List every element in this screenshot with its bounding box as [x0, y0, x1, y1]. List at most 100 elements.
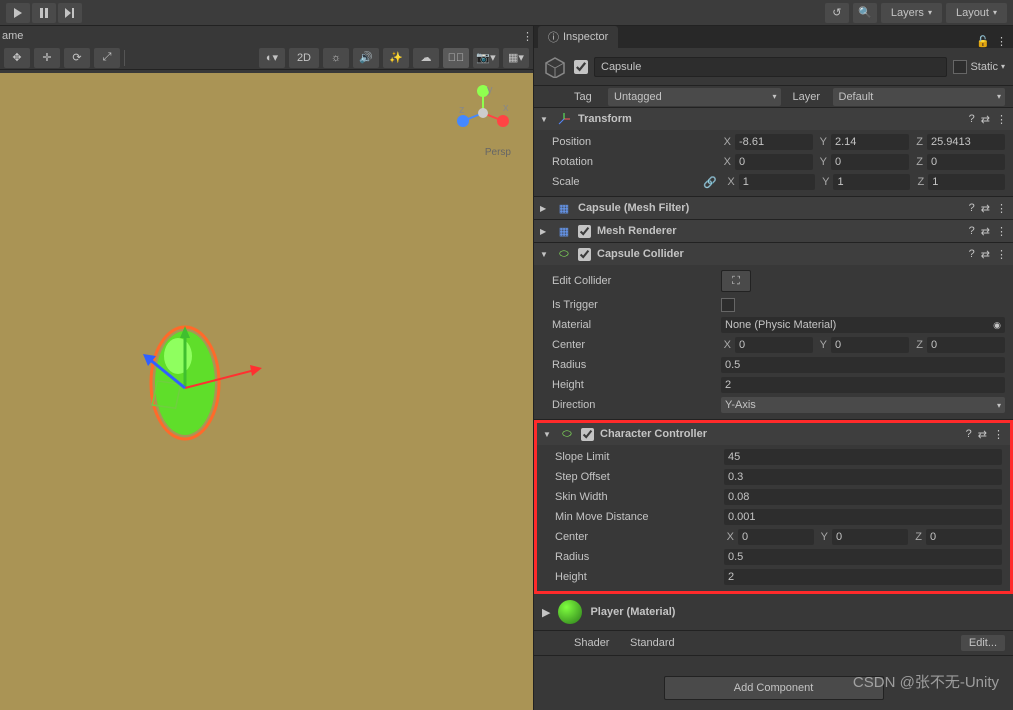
shader-dropdown[interactable]: Standard — [630, 637, 955, 649]
position-z[interactable] — [927, 134, 1005, 150]
help-icon[interactable]: ? — [969, 248, 975, 261]
rotation-z[interactable] — [927, 154, 1005, 170]
transform-component: ▼ Transform ?⇄⋮ PositionXYZ RotationXYZ … — [534, 108, 1013, 197]
foldout-icon[interactable]: ▶ — [540, 204, 550, 213]
cc-center-z[interactable] — [927, 337, 1005, 353]
ch-radius[interactable] — [724, 549, 1002, 565]
help-icon[interactable]: ? — [966, 428, 972, 441]
is-trigger-checkbox[interactable] — [721, 298, 735, 312]
slope-limit[interactable] — [724, 449, 1002, 465]
foldout-icon[interactable]: ▼ — [540, 115, 550, 124]
foldout-icon[interactable]: ▶ — [542, 606, 550, 619]
preset-icon[interactable]: ⇄ — [981, 202, 990, 215]
menu-icon[interactable]: ⋮ — [996, 225, 1007, 238]
static-toggle[interactable]: Static▾ — [953, 60, 1005, 74]
edit-collider-button[interactable]: ⛶ — [721, 270, 751, 292]
help-icon[interactable]: ? — [969, 225, 975, 238]
preset-icon[interactable]: ⇄ — [981, 248, 990, 261]
pause-button[interactable] — [32, 3, 56, 23]
edit-shader-button[interactable]: Edit... — [961, 635, 1005, 651]
gameobject-icon[interactable] — [542, 54, 568, 80]
search-button[interactable]: 🔍 — [853, 3, 877, 23]
help-icon[interactable]: ? — [969, 202, 975, 215]
cc-center-y[interactable] — [831, 337, 909, 353]
scene-viewport[interactable]: xyz Persp — [0, 73, 533, 710]
ch-center-z[interactable] — [926, 529, 1002, 545]
component-enabled[interactable] — [581, 428, 594, 441]
physic-material-field[interactable]: None (Physic Material) — [721, 317, 1005, 333]
cc-direction[interactable]: Y-Axis — [721, 397, 1005, 413]
lock-icon[interactable]: 🔓 — [976, 35, 990, 48]
active-checkbox[interactable] — [574, 60, 588, 74]
layer-dropdown[interactable]: Default — [833, 88, 1006, 106]
fx-toggle[interactable]: ✨ — [383, 48, 409, 68]
collider-icon: ⬭ — [556, 246, 572, 262]
undo-history-button[interactable]: ↺ — [825, 3, 849, 23]
position-x[interactable] — [735, 134, 813, 150]
add-component-button[interactable]: Add Component — [664, 676, 884, 700]
scale-tool[interactable]: ⤢ — [94, 48, 120, 68]
camera-toggle[interactable]: 📷▾ — [473, 48, 499, 68]
skin-width[interactable] — [724, 489, 1002, 505]
scale-z[interactable] — [928, 174, 1005, 190]
foldout-icon[interactable]: ▶ — [540, 227, 550, 236]
layers-dropdown[interactable]: Layers▾ — [881, 3, 942, 23]
component-enabled[interactable] — [578, 225, 591, 238]
shading-mode-dropdown[interactable]: ◐▾ — [259, 48, 285, 68]
rotation-y[interactable] — [831, 154, 909, 170]
position-y[interactable] — [831, 134, 909, 150]
scene-vis-toggle[interactable]: ☁ — [413, 48, 439, 68]
2d-toggle[interactable]: 2D — [289, 48, 319, 68]
scale-y[interactable] — [833, 174, 910, 190]
cc-height[interactable] — [721, 377, 1005, 393]
panel-menu-icon[interactable]: ⋮ — [522, 30, 533, 43]
capsule-gameobject[interactable] — [140, 298, 280, 458]
object-name-input[interactable] — [594, 57, 947, 77]
mesh-filter-component: ▶ ▦ Capsule (Mesh Filter) ?⇄⋮ — [534, 197, 1013, 220]
ch-center-y[interactable] — [832, 529, 908, 545]
preset-icon[interactable]: ⇄ — [978, 428, 987, 441]
menu-icon[interactable]: ⋮ — [996, 202, 1007, 215]
component-header[interactable]: ▼ ⬭ Character Controller ?⇄⋮ — [537, 423, 1010, 445]
panel-menu-icon[interactable]: ⋮ — [996, 35, 1007, 48]
ch-center-x[interactable] — [738, 529, 814, 545]
step-offset[interactable] — [724, 469, 1002, 485]
projection-label[interactable]: Persp — [485, 147, 511, 158]
foldout-icon[interactable]: ▼ — [543, 430, 553, 439]
foldout-icon[interactable]: ▼ — [540, 250, 550, 259]
gizmos-toggle[interactable]: ▦▾ — [503, 48, 529, 68]
scale-x[interactable] — [739, 174, 816, 190]
tag-dropdown[interactable]: Untagged — [608, 88, 781, 106]
component-header[interactable]: ▶ ▦ Mesh Renderer ?⇄⋮ — [534, 220, 1013, 242]
layout-dropdown[interactable]: Layout▾ — [946, 3, 1007, 23]
play-button[interactable] — [6, 3, 30, 23]
inspector-tab[interactable]: ⓘInspector — [538, 26, 618, 48]
preset-icon[interactable]: ⇄ — [981, 113, 990, 126]
component-header[interactable]: ▼ ⬭ Capsule Collider ?⇄⋮ — [534, 243, 1013, 265]
menu-icon[interactable]: ⋮ — [996, 113, 1007, 126]
orientation-gizmo[interactable]: xyz — [453, 83, 513, 143]
min-move-distance[interactable] — [724, 509, 1002, 525]
component-enabled[interactable] — [578, 248, 591, 261]
material-header[interactable]: ▶ Player (Material) — [534, 594, 1013, 631]
menu-icon[interactable]: ⋮ — [993, 428, 1004, 441]
audio-toggle[interactable]: 🔊 — [353, 48, 379, 68]
character-controller-component: ▼ ⬭ Character Controller ?⇄⋮ Slope Limit… — [534, 420, 1013, 594]
ch-height[interactable] — [724, 569, 1002, 585]
rotation-x[interactable] — [735, 154, 813, 170]
cc-radius[interactable] — [721, 357, 1005, 373]
menu-icon[interactable]: ⋮ — [996, 248, 1007, 261]
move-tool[interactable]: ✛ — [34, 48, 60, 68]
cc-center-x[interactable] — [735, 337, 813, 353]
view-tool[interactable]: ✥ — [4, 48, 30, 68]
preset-icon[interactable]: ⇄ — [981, 225, 990, 238]
hidden-toggle[interactable]: 👁⃠ — [443, 48, 469, 68]
component-header[interactable]: ▼ Transform ?⇄⋮ — [534, 108, 1013, 130]
lighting-toggle[interactable]: ☼ — [323, 48, 349, 68]
help-icon[interactable]: ? — [969, 113, 975, 126]
component-header[interactable]: ▶ ▦ Capsule (Mesh Filter) ?⇄⋮ — [534, 197, 1013, 219]
material-preview-icon — [558, 600, 582, 624]
rotate-tool[interactable]: ⟳ — [64, 48, 90, 68]
step-button[interactable] — [58, 3, 82, 23]
link-icon[interactable]: 🔗 — [703, 176, 717, 189]
